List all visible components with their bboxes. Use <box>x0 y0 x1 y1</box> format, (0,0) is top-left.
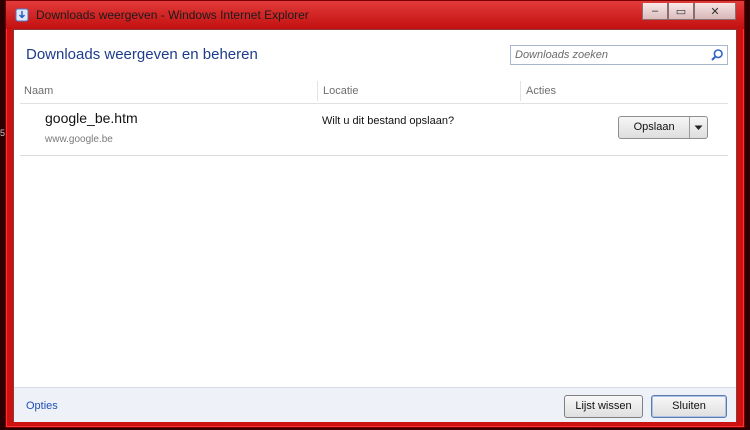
ie-downloads-window: Downloads weergeven - Windows Internet E… <box>5 0 745 428</box>
restore-icon: ▭ <box>675 5 687 18</box>
restore-button[interactable]: ▭ <box>668 3 694 20</box>
caption-buttons: – ▭ ✕ <box>642 3 736 21</box>
column-headers: Naam Locatie Acties <box>20 79 728 104</box>
footer-bar: Opties Lijst wissen Sluiten <box>14 387 736 422</box>
column-header-locatie[interactable]: Locatie <box>323 79 358 103</box>
close-window-button[interactable]: ✕ <box>694 3 736 20</box>
window-title: Downloads weergeven - Windows Internet E… <box>36 8 309 22</box>
clear-list-button[interactable]: Lijst wissen <box>564 395 643 418</box>
minimize-button[interactable]: – <box>642 3 668 20</box>
search-box[interactable] <box>510 45 728 65</box>
search-icon[interactable] <box>710 48 724 62</box>
minimize-icon: – <box>651 5 659 17</box>
search-input[interactable] <box>511 46 707 64</box>
save-button[interactable]: Opslaan <box>619 117 691 138</box>
download-file-name: google_be.htm <box>45 110 138 126</box>
options-link[interactable]: Opties <box>26 400 58 412</box>
save-split-button[interactable]: Opslaan <box>618 116 708 139</box>
title-bar[interactable]: Downloads weergeven - Windows Internet E… <box>6 1 744 29</box>
save-options-dropdown[interactable] <box>690 117 707 138</box>
column-separator[interactable] <box>317 81 318 101</box>
page-title: Downloads weergeven en beheren <box>26 46 258 63</box>
column-header-acties[interactable]: Acties <box>526 79 556 103</box>
download-source: www.google.be <box>45 134 113 145</box>
download-location-text: Wilt u dit bestand opslaan? <box>322 115 455 127</box>
chevron-down-icon <box>694 125 703 130</box>
column-separator[interactable] <box>520 81 521 101</box>
column-header-naam[interactable]: Naam <box>24 79 53 103</box>
downloads-panel: Downloads weergeven en beheren Naam Loca… <box>13 29 737 422</box>
download-row[interactable]: google_be.htm www.google.be Wilt u dit b… <box>20 104 728 156</box>
close-button[interactable]: Sluiten <box>651 395 727 418</box>
ie-downloads-icon <box>15 8 29 22</box>
close-icon: ✕ <box>710 5 720 18</box>
